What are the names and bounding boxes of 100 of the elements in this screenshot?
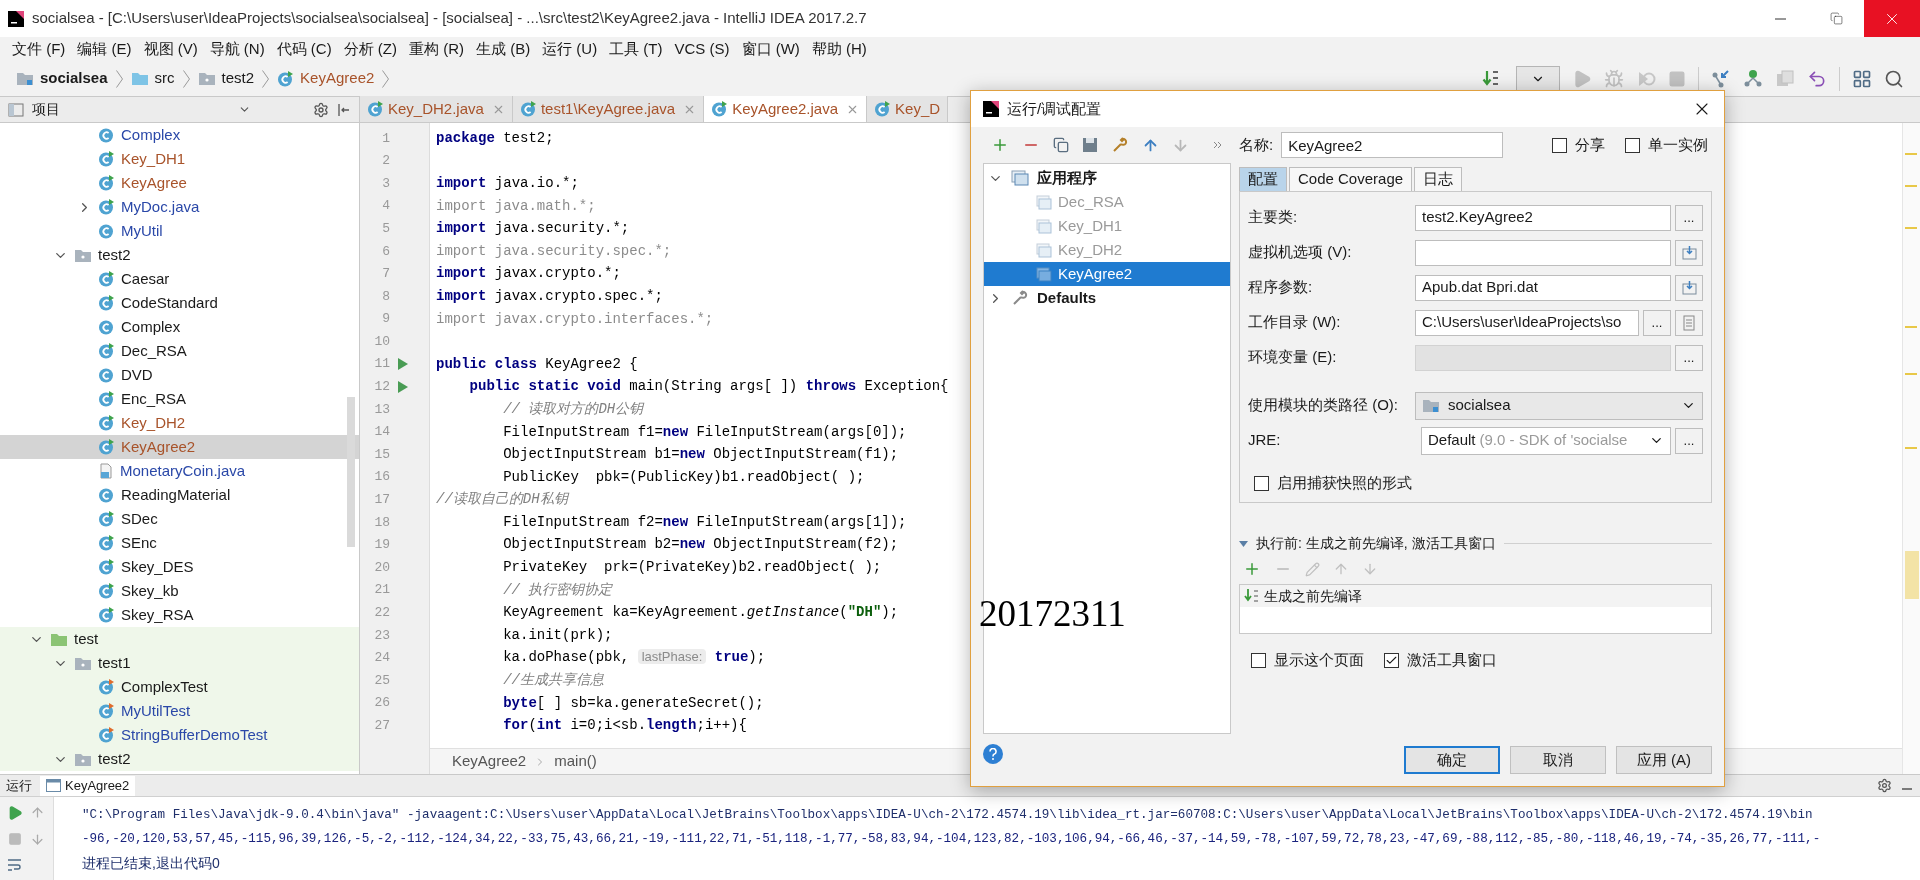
tree-item[interactable]: Dec_RSA: [0, 339, 359, 363]
menu-item[interactable]: 视图 (V): [137, 37, 204, 61]
breadcrumb-item[interactable]: KeyAgree2: [452, 750, 527, 773]
run-marker-icon[interactable]: [397, 380, 408, 393]
editor-tab[interactable]: KeyAgree2.java: [704, 96, 868, 122]
checkbox[interactable]: [1552, 137, 1567, 153]
tree-item[interactable]: Skey_DES: [0, 555, 359, 579]
menu-item[interactable]: VCS (S): [668, 37, 736, 61]
tree-item[interactable]: KeyAgree2: [0, 435, 359, 459]
move-up-icon[interactable]: [1333, 561, 1349, 577]
text-field[interactable]: C:\Users\user\IdeaProjects\so: [1415, 309, 1639, 336]
settings-icon[interactable]: [1877, 778, 1892, 793]
menu-item[interactable]: 导航 (N): [203, 37, 271, 61]
tree-item[interactable]: Defaults: [984, 286, 1230, 310]
breadcrumb-item[interactable]: main(): [554, 750, 597, 773]
scroll-up-icon[interactable]: [30, 805, 46, 821]
tree-item[interactable]: 应用程序: [984, 166, 1230, 190]
tree-item[interactable]: SEnc: [0, 531, 359, 555]
copy-icon[interactable]: [1053, 137, 1069, 153]
browse-button[interactable]: ...: [1675, 427, 1703, 454]
expand-field-button[interactable]: [1675, 239, 1703, 266]
wrench-icon[interactable]: [1111, 136, 1129, 154]
module-select[interactable]: socialsea: [1415, 391, 1703, 420]
breadcrumb-item[interactable]: socialsea: [12, 67, 112, 90]
tree-item[interactable]: KeyAgree2: [984, 262, 1230, 286]
edit-icon[interactable]: [1305, 561, 1320, 577]
tree-item[interactable]: Complex: [0, 315, 359, 339]
dialog-tab[interactable]: 日志: [1414, 167, 1463, 191]
dialog-tab[interactable]: Code Coverage: [1289, 167, 1413, 191]
menu-item[interactable]: 窗口 (W): [735, 37, 806, 61]
vcs-update-icon[interactable]: [1711, 68, 1731, 89]
debug-icon[interactable]: [1604, 68, 1624, 89]
text-field[interactable]: [1415, 239, 1671, 266]
menu-item[interactable]: 文件 (F): [6, 37, 72, 61]
rerun-icon[interactable]: [7, 804, 24, 821]
project-structure-icon[interactable]: [1852, 68, 1872, 89]
tree-item[interactable]: DVD: [0, 363, 359, 387]
menu-item[interactable]: 编辑 (E): [71, 37, 138, 61]
tree-item[interactable]: MonetaryCoin.java: [0, 459, 359, 483]
dialog-button[interactable]: 应用 (A): [1616, 746, 1712, 774]
menu-item[interactable]: 分析 (Z): [337, 37, 403, 61]
checkbox[interactable]: [1625, 137, 1640, 153]
run-marker-icon[interactable]: [397, 358, 408, 371]
dialog-button[interactable]: 确定: [1404, 746, 1500, 774]
scroll-down-icon[interactable]: [30, 832, 46, 847]
tree-item[interactable]: Skey_RSA: [0, 603, 359, 627]
menu-item[interactable]: 运行 (U): [536, 37, 604, 61]
add-icon[interactable]: [991, 136, 1009, 154]
tree-item[interactable]: SDec: [0, 507, 359, 531]
run-configuration-dropdown[interactable]: [1516, 65, 1560, 92]
tree-item[interactable]: Skey_kb: [0, 579, 359, 603]
save-icon[interactable]: [1082, 137, 1098, 153]
tree-item[interactable]: Key_DH2: [0, 411, 359, 435]
help-button[interactable]: [983, 744, 1003, 764]
tree-item[interactable]: CodeStandard: [0, 291, 359, 315]
checkbox[interactable]: [1254, 475, 1269, 491]
text-field[interactable]: test2.KeyAgree2: [1415, 204, 1671, 231]
soft-wrap-icon[interactable]: [7, 858, 24, 873]
menu-item[interactable]: 帮助 (H): [805, 37, 873, 61]
tree-item[interactable]: Caesar: [0, 267, 359, 291]
editor-tab[interactable]: Key_DH2.java: [360, 96, 513, 122]
breadcrumb-item[interactable]: test2: [193, 67, 259, 90]
add-icon[interactable]: [1243, 560, 1261, 578]
tree-item[interactable]: test2: [0, 243, 359, 267]
tree-item[interactable]: ReadingMaterial: [0, 483, 359, 507]
macro-button[interactable]: [1675, 309, 1703, 336]
breadcrumb-item[interactable]: KeyAgree2: [273, 67, 379, 90]
expand-field-button[interactable]: [1675, 274, 1703, 301]
menu-item[interactable]: 代码 (C): [270, 37, 338, 61]
settings-icon[interactable]: [313, 101, 329, 118]
text-field[interactable]: Apub.dat Bpri.dat: [1415, 274, 1671, 301]
menu-item[interactable]: 工具 (T): [603, 37, 669, 61]
browse-button[interactable]: ...: [1643, 309, 1671, 336]
editor-tab[interactable]: test1\KeyAgree.java: [512, 96, 705, 122]
collapse-triangle-icon[interactable]: [1239, 540, 1248, 547]
run-tab[interactable]: KeyAgree2: [40, 775, 136, 796]
tree-item[interactable]: MyUtil: [0, 219, 359, 243]
checkbox[interactable]: [1251, 652, 1266, 668]
revert-icon[interactable]: [1807, 68, 1827, 89]
dialog-button[interactable]: 取消: [1510, 746, 1606, 774]
vcs-commit-icon[interactable]: [1743, 68, 1763, 89]
move-down-icon[interactable]: [1362, 561, 1378, 577]
compare-icon[interactable]: [1775, 68, 1795, 89]
tree-item[interactable]: KeyAgree: [0, 171, 359, 195]
tree-item[interactable]: Enc_RSA: [0, 387, 359, 411]
task-item[interactable]: 生成之前先编译: [1240, 585, 1711, 607]
name-field[interactable]: KeyAgree2: [1281, 132, 1504, 158]
jre-select[interactable]: Default (9.0 - SDK of 'socialse: [1421, 426, 1671, 455]
more-icon[interactable]: [1213, 140, 1223, 150]
stop-icon[interactable]: [8, 832, 23, 847]
menu-item[interactable]: 重构 (R): [403, 37, 470, 61]
stop-icon[interactable]: [1668, 69, 1686, 88]
checkbox[interactable]: [1384, 652, 1399, 668]
tree-item[interactable]: Key_DH1: [0, 147, 359, 171]
breadcrumb-item[interactable]: src: [126, 67, 179, 90]
collapse-icon[interactable]: [337, 102, 351, 117]
tree-item[interactable]: MyDoc.java: [0, 195, 359, 219]
run-icon[interactable]: [1572, 68, 1592, 89]
dialog-tab[interactable]: 配置: [1239, 167, 1287, 191]
search-icon[interactable]: [1884, 68, 1904, 89]
